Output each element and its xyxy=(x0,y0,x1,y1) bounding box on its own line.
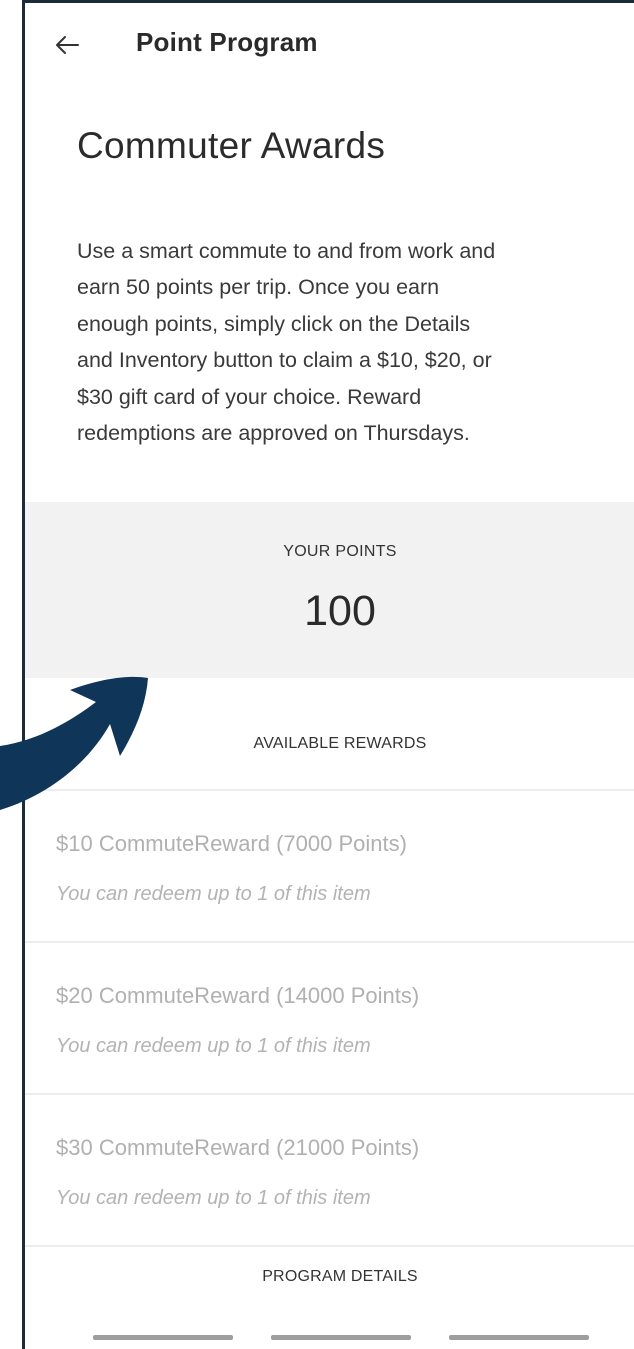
points-panel: YOUR POINTS 100 xyxy=(25,502,634,678)
description-line: $30 gift card of your choice. Reward xyxy=(77,384,422,409)
tab-indicator[interactable] xyxy=(93,1335,233,1340)
reward-item-30[interactable]: $30 CommuteReward (21000 Points) You can… xyxy=(25,1095,634,1245)
page-title: Commuter Awards xyxy=(77,125,386,166)
description-line: redemptions are approved on Thursdays. xyxy=(77,421,470,446)
program-details-button[interactable]: PROGRAM DETAILS xyxy=(25,1268,634,1286)
tab-indicator[interactable] xyxy=(449,1335,589,1340)
description-line: and Inventory button to claim a $10, $20… xyxy=(77,348,492,373)
description-line: Use a smart commute to and from work and xyxy=(77,239,496,263)
points-label: YOUR POINTS xyxy=(283,543,397,560)
description-line: earn 50 points per trip. Once you earn xyxy=(77,275,440,300)
screenshot-frame: Point Program Commuter Awards Use a smar… xyxy=(0,0,634,1349)
reward-note: You can redeem up to 1 of this item xyxy=(56,1035,371,1057)
description-line: enough points, simply click on the Detai… xyxy=(77,311,471,336)
app-screen: Point Program Commuter Awards Use a smar… xyxy=(25,3,634,1349)
reward-name: $20 CommuteReward (14000 Points) xyxy=(56,983,420,1008)
arrow-left-icon xyxy=(56,36,79,54)
app-bar: Point Program xyxy=(25,3,634,89)
reward-note: You can redeem up to 1 of this item xyxy=(56,1187,371,1209)
reward-item-10[interactable]: $10 CommuteReward (7000 Points) You can … xyxy=(25,791,634,941)
back-button[interactable] xyxy=(47,25,87,65)
reward-name: $30 CommuteReward (21000 Points) xyxy=(56,1135,420,1160)
reward-name: $10 CommuteReward (7000 Points) xyxy=(56,831,407,856)
tab-indicator[interactable] xyxy=(271,1335,411,1340)
available-rewards-header: AVAILABLE REWARDS xyxy=(253,735,427,752)
program-description: Use a smart commute to and from work and… xyxy=(77,233,622,451)
reward-note: You can redeem up to 1 of this item xyxy=(56,883,371,905)
reward-item-20[interactable]: $20 CommuteReward (14000 Points) You can… xyxy=(25,943,634,1093)
points-value: 100 xyxy=(304,587,376,635)
divider xyxy=(25,1245,634,1247)
app-bar-title: Point Program xyxy=(136,27,318,57)
